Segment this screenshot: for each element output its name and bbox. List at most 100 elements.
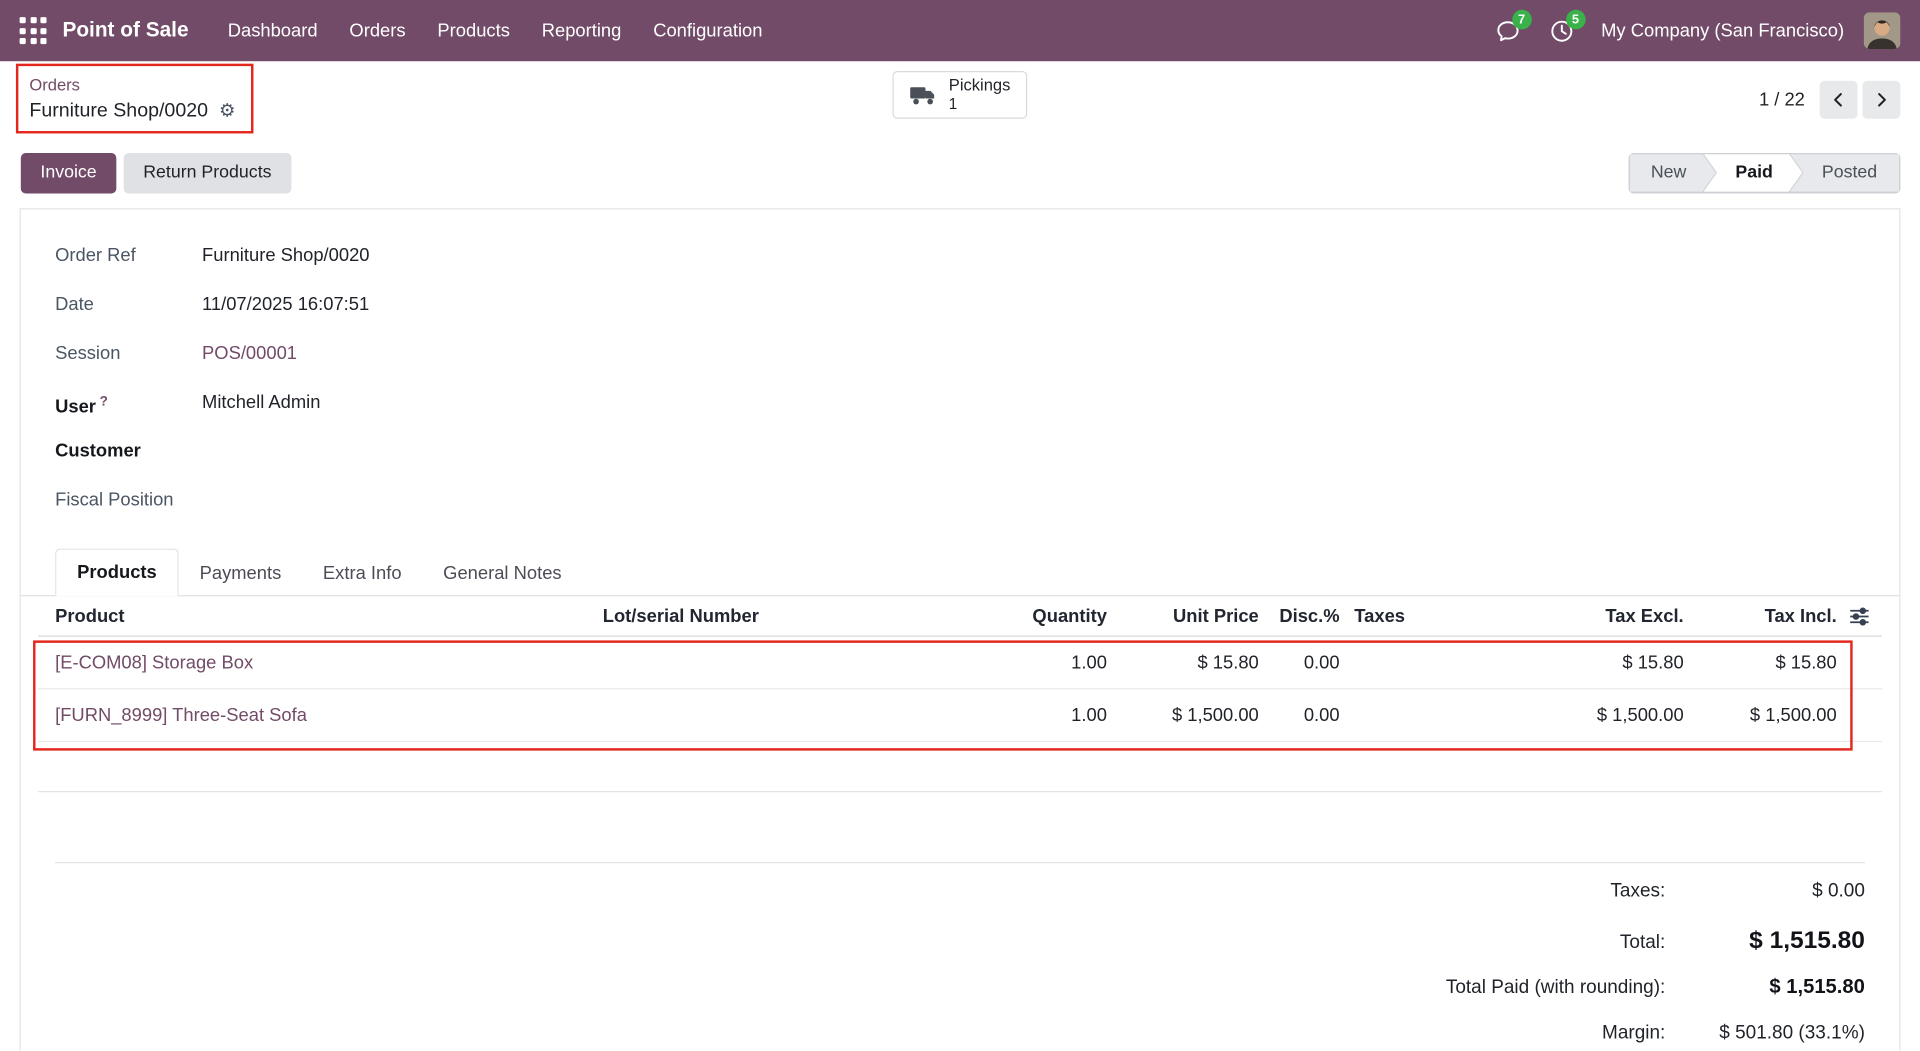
control-panel: Orders Furniture Shop/0020 ⚙ Pickings 1: [0, 61, 1920, 137]
col-header-unit-price[interactable]: Unit Price: [1107, 596, 1259, 635]
pickings-button[interactable]: Pickings 1: [892, 71, 1027, 119]
col-header-product[interactable]: Product: [38, 596, 479, 635]
status-posted[interactable]: Posted: [1790, 154, 1899, 192]
product-row-storage-box[interactable]: [E-COM08] Storage Box 1.00 $ 15.80 0.00 …: [38, 637, 1882, 690]
menu-item-products[interactable]: Products: [425, 13, 522, 49]
action-bar: Invoice Return Products New Paid Posted: [0, 137, 1920, 208]
products-table: Product Lot/serial Number Quantity Unit …: [38, 596, 1882, 792]
tax-excl-cell[interactable]: $ 1,500.00: [1507, 689, 1683, 740]
sliders-icon: [1849, 607, 1870, 625]
field-fiscal-position: Fiscal Position: [55, 489, 1865, 538]
optional-columns-button[interactable]: [1837, 598, 1882, 635]
col-header-tax-incl[interactable]: Tax Incl.: [1684, 596, 1837, 635]
field-user: User? Mitchell Admin: [55, 391, 1865, 440]
total-label: Total:: [1620, 932, 1665, 954]
table-bottom-border: [38, 742, 1882, 792]
unit-price-cell[interactable]: $ 15.80: [1107, 637, 1259, 688]
messages-button[interactable]: 7: [1486, 9, 1530, 53]
field-session: Session POS/00001: [55, 342, 1865, 391]
field-label-order-ref: Order Ref: [55, 244, 202, 267]
status-paid[interactable]: Paid: [1704, 154, 1803, 192]
topbar-right: 7 5 My Company (San Francisco): [1486, 9, 1900, 53]
field-value-session-link[interactable]: POS/00001: [202, 342, 349, 365]
user-avatar[interactable]: [1864, 12, 1901, 49]
pager-previous-button[interactable]: [1820, 80, 1858, 118]
status-new[interactable]: New: [1630, 154, 1716, 192]
total-label: Margin:: [1602, 1022, 1665, 1044]
total-label: Taxes:: [1610, 880, 1665, 902]
field-label-fiscal-position: Fiscal Position: [55, 489, 202, 512]
form-fields: Order Ref Furniture Shop/0020 Date 11/07…: [21, 209, 1899, 537]
status-bar: New Paid Posted: [1629, 152, 1901, 192]
col-header-discount[interactable]: Disc.%: [1259, 596, 1340, 635]
product-name-cell[interactable]: [E-COM08] Storage Box: [38, 637, 479, 688]
tax-excl-cell[interactable]: $ 15.80: [1507, 637, 1683, 688]
pickings-text: Pickings 1: [949, 76, 1011, 114]
product-row-three-seat-sofa[interactable]: [FURN_8999] Three-Seat Sofa 1.00 $ 1,500…: [38, 689, 1882, 742]
tab-extra-info[interactable]: Extra Info: [302, 551, 422, 596]
tab-general-notes[interactable]: General Notes: [422, 551, 582, 596]
col-header-lot-serial[interactable]: Lot/serial Number: [479, 596, 883, 635]
truck-icon: [910, 84, 938, 106]
pager-buttons: [1820, 80, 1901, 118]
product-name-cell[interactable]: [FURN_8999] Three-Seat Sofa: [38, 689, 479, 740]
pager-next-button[interactable]: [1862, 80, 1900, 118]
pager: 1 / 22: [1759, 80, 1900, 118]
field-value-customer[interactable]: [202, 440, 349, 463]
quantity-cell[interactable]: 1.00: [883, 689, 1107, 740]
breadcrumb: Orders Furniture Shop/0020 ⚙: [20, 75, 236, 123]
col-header-tax-excl[interactable]: Tax Excl.: [1507, 596, 1683, 635]
menu-item-configuration[interactable]: Configuration: [641, 13, 775, 49]
field-customer: Customer: [55, 440, 1865, 489]
field-label-customer: Customer: [55, 440, 202, 463]
field-label-user: User?: [55, 391, 202, 419]
quantity-cell[interactable]: 1.00: [883, 637, 1107, 688]
col-header-taxes[interactable]: Taxes: [1340, 596, 1508, 635]
chevron-right-icon: [1872, 90, 1890, 108]
menu-item-orders[interactable]: Orders: [337, 13, 418, 49]
discount-cell[interactable]: 0.00: [1259, 689, 1340, 740]
col-header-quantity[interactable]: Quantity: [883, 596, 1107, 635]
pos-order-page: Point of Sale Dashboard Orders Products …: [0, 0, 1920, 1051]
total-row-total: Total: $ 1,515.80: [1620, 916, 1865, 965]
top-navbar: Point of Sale Dashboard Orders Products …: [0, 0, 1920, 61]
menu-item-reporting[interactable]: Reporting: [529, 13, 633, 49]
field-value-date[interactable]: 11/07/2025 16:07:51: [202, 293, 369, 316]
field-value-fiscal-position[interactable]: [202, 489, 349, 512]
tab-products[interactable]: Products: [55, 549, 179, 597]
activities-badge: 5: [1566, 10, 1586, 30]
gear-icon[interactable]: ⚙: [219, 101, 235, 119]
unit-price-cell[interactable]: $ 1,500.00: [1107, 689, 1259, 740]
field-label-date: Date: [55, 293, 202, 316]
breadcrumb-current: Furniture Shop/0020 ⚙: [29, 97, 235, 123]
field-value-user[interactable]: Mitchell Admin: [202, 391, 349, 414]
field-label-user-text: User: [55, 397, 96, 418]
activities-button[interactable]: 5: [1540, 9, 1584, 53]
field-value-order-ref[interactable]: Furniture Shop/0020: [202, 244, 369, 267]
lot-serial-cell[interactable]: [479, 637, 883, 688]
tax-incl-cell[interactable]: $ 15.80: [1684, 637, 1837, 688]
lot-serial-cell[interactable]: [479, 689, 883, 740]
taxes-cell[interactable]: [1340, 637, 1508, 688]
apps-grid-icon[interactable]: [20, 17, 47, 44]
help-icon[interactable]: ?: [100, 394, 108, 409]
menu-item-dashboard[interactable]: Dashboard: [215, 13, 329, 49]
tax-incl-cell[interactable]: $ 1,500.00: [1684, 689, 1837, 740]
total-value: $ 0.00: [1665, 880, 1865, 902]
main-menu: Dashboard Orders Products Reporting Conf…: [215, 13, 774, 49]
app-name[interactable]: Point of Sale: [62, 18, 188, 42]
field-order-ref: Order Ref Furniture Shop/0020: [55, 244, 1865, 293]
total-value: $ 1,515.80: [1665, 976, 1865, 999]
pickings-label: Pickings: [949, 76, 1011, 96]
total-value: $ 1,515.80: [1665, 927, 1865, 955]
taxes-cell[interactable]: [1340, 689, 1508, 740]
total-label: Total Paid (with rounding):: [1446, 977, 1665, 999]
breadcrumb-orders-link[interactable]: Orders: [29, 75, 235, 95]
products-table-header: Product Lot/serial Number Quantity Unit …: [38, 596, 1882, 636]
company-switcher[interactable]: My Company (San Francisco): [1601, 20, 1844, 41]
discount-cell[interactable]: 0.00: [1259, 637, 1340, 688]
totals-separator: [55, 862, 1865, 863]
tab-payments[interactable]: Payments: [179, 551, 302, 596]
return-products-button[interactable]: Return Products: [124, 152, 291, 192]
invoice-button[interactable]: Invoice: [21, 152, 116, 192]
